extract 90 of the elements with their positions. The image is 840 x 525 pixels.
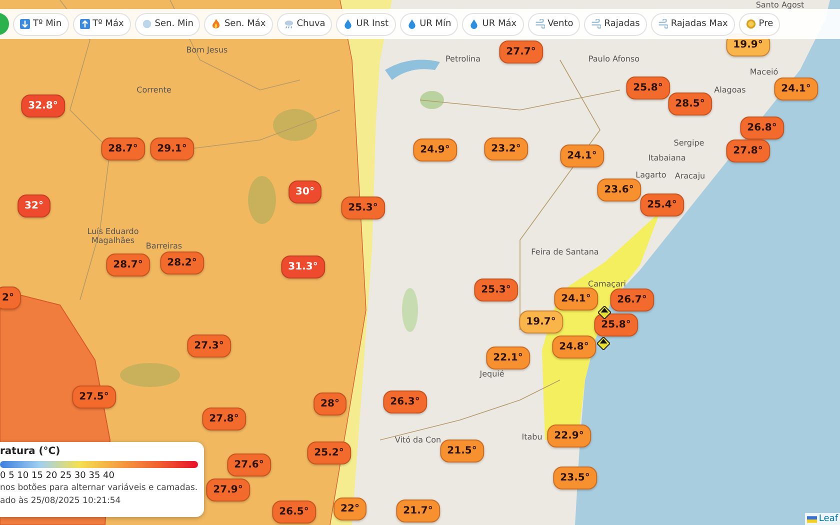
layer-button[interactable]: UR Mín xyxy=(400,12,458,36)
place-label: Luís Eduardo Magalhães xyxy=(86,228,140,246)
temperature-marker[interactable]: 27.6° xyxy=(227,454,271,476)
temperature-marker[interactable]: 26.7° xyxy=(610,288,654,312)
temperature-marker[interactable]: 2° xyxy=(0,286,21,310)
temperature-marker[interactable]: 27.7° xyxy=(499,40,543,64)
temperature-marker[interactable]: 27.9° xyxy=(206,478,250,502)
temperature-marker[interactable]: 24.1° xyxy=(554,288,598,310)
place-label: Alagoas xyxy=(714,86,746,94)
attribution-link[interactable]: Leaf xyxy=(818,514,838,524)
place-label: Paulo Afonso xyxy=(588,54,640,64)
temperature-marker[interactable]: 28.5° xyxy=(668,92,712,116)
layer-button[interactable]: UR Máx xyxy=(462,12,524,36)
place-label: Corrente xyxy=(136,86,172,94)
temperature-marker[interactable]: 31.3° xyxy=(281,256,325,278)
temperature-marker[interactable]: 23.2° xyxy=(484,138,528,160)
temperature-marker[interactable]: 21.7° xyxy=(396,500,440,522)
layer-button[interactable]: Rajadas xyxy=(584,12,647,36)
place-label: Itabu xyxy=(522,432,542,442)
temperature-marker[interactable]: 28.7° xyxy=(101,138,145,160)
warning-icon[interactable] xyxy=(597,337,610,350)
layer-button[interactable]: Tº Máx xyxy=(72,12,131,36)
layer-button[interactable]: UR Inst xyxy=(336,12,396,36)
place-label: Jequié xyxy=(480,370,504,378)
temperature-marker[interactable]: 21.5° xyxy=(440,440,484,462)
place-label: Maceió xyxy=(750,68,778,76)
temperature-marker[interactable]: 26.3° xyxy=(383,390,427,414)
place-label: Lagarto xyxy=(636,170,666,180)
flag-icon xyxy=(806,516,817,522)
temperature-marker[interactable]: 22.1° xyxy=(486,346,530,370)
droplet-icon xyxy=(469,19,480,29)
layer-button[interactable]: Chuva xyxy=(276,12,332,36)
temperature-marker[interactable]: 28.7° xyxy=(106,254,150,276)
temperature-marker[interactable]: 24.1° xyxy=(560,144,604,168)
layer-button[interactable]: Sen. Máx xyxy=(204,12,273,36)
place-label: Petrolina xyxy=(445,54,481,64)
warning-icon[interactable] xyxy=(598,306,611,319)
place-label: Sergipe xyxy=(674,138,704,148)
temperature-marker[interactable]: 22° xyxy=(334,498,366,520)
fire-icon xyxy=(211,19,222,29)
legend-scale-labels: 0 5 10 15 20 25 30 35 40 xyxy=(0,471,116,481)
temperature-marker[interactable]: 23.5° xyxy=(553,466,597,490)
wind-icon xyxy=(591,19,602,29)
legend-title: ratura (°C) xyxy=(0,446,62,457)
place-label: Itabaiana xyxy=(648,154,686,162)
layer-button[interactable]: Tº Min xyxy=(13,12,69,36)
droplet-icon xyxy=(406,19,417,29)
temperature-marker[interactable]: 19.7° xyxy=(519,310,563,334)
temperature-marker[interactable]: 29.1° xyxy=(150,138,194,160)
layer-button[interactable]: Vento xyxy=(528,12,580,36)
wind-icon xyxy=(658,19,668,29)
temperature-marker[interactable]: 25.8° xyxy=(594,314,638,336)
temperature-marker[interactable]: 24.9° xyxy=(413,138,457,162)
temperature-marker[interactable]: 28° xyxy=(314,392,346,416)
temperature-marker[interactable]: 25.4° xyxy=(640,194,684,216)
arrow-up-icon xyxy=(80,19,90,29)
layer-button[interactable]: Rajadas Max xyxy=(650,12,735,36)
temperature-marker[interactable]: 22.9° xyxy=(547,424,591,448)
temperature-marker[interactable]: 25.8° xyxy=(626,76,670,100)
temperature-marker[interactable]: 24.1° xyxy=(774,78,818,100)
temperature-marker[interactable]: 28.2° xyxy=(160,252,204,274)
arrow-down-icon xyxy=(20,19,30,29)
temperature-marker[interactable]: 27.8° xyxy=(726,140,770,162)
place-label: Santo Agost xyxy=(756,0,804,10)
temperature-marker[interactable]: 27.8° xyxy=(202,408,246,430)
wind-icon xyxy=(534,19,545,29)
place-label: Camaçari xyxy=(588,280,626,288)
place-label: Aracaju xyxy=(674,172,706,180)
temperature-marker[interactable]: 23.6° xyxy=(597,178,641,202)
temperature-marker[interactable]: 27.5° xyxy=(72,386,116,408)
temperature-marker[interactable]: 25.3° xyxy=(341,196,385,220)
temperature-marker[interactable]: 26.8° xyxy=(740,116,784,140)
temperature-marker[interactable]: 24.8° xyxy=(552,336,596,358)
temperature-marker[interactable]: 32° xyxy=(18,194,50,218)
layer-button[interactable]: Sen. Min xyxy=(134,12,200,36)
temperature-marker[interactable]: 25.3° xyxy=(474,278,518,302)
place-label: Barreiras xyxy=(146,242,182,250)
rain-cloud-icon xyxy=(284,19,294,29)
temperature-marker[interactable]: 25.2° xyxy=(307,442,351,464)
place-label: Vitó da Con xyxy=(394,436,442,446)
place-label: Bom Jesus xyxy=(186,46,228,54)
temperature-marker[interactable]: 30° xyxy=(288,180,322,204)
temperature-marker[interactable]: 27.3° xyxy=(187,334,231,358)
droplet-icon xyxy=(343,19,354,29)
layer-button[interactable]: Pre xyxy=(738,12,780,36)
temperature-marker[interactable]: 32.8° xyxy=(21,94,65,118)
place-label: Feira de Santana xyxy=(531,248,599,256)
temperature-marker[interactable]: 26.5° xyxy=(272,500,316,524)
update-time: ado às 25/08/2025 10:21:54 xyxy=(0,496,122,508)
legend-hint: nos botões para alternar variáveis e camadas. xyxy=(0,483,198,494)
